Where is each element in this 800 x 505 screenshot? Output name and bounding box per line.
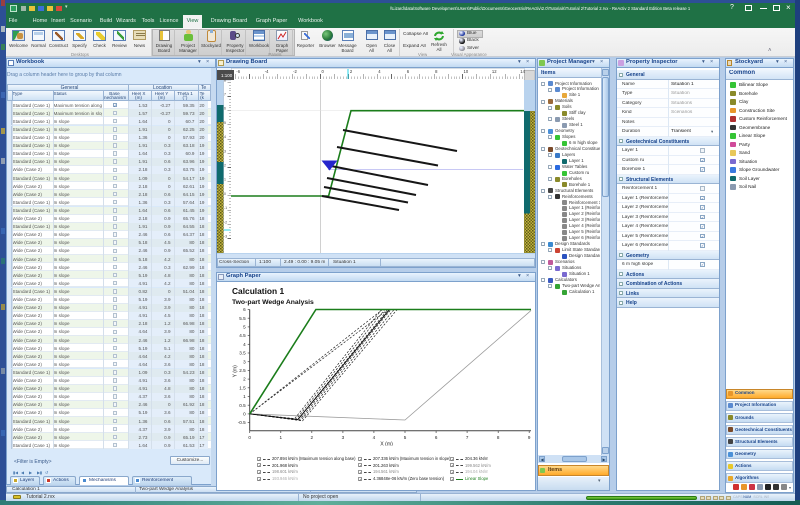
svg-text:-3: -3: [224, 235, 227, 239]
svg-text:X (m): X (m): [380, 442, 393, 447]
svg-text:1: 1: [224, 178, 226, 182]
svg-text:9: 9: [528, 435, 531, 440]
svg-text:0.5: 0.5: [239, 403, 246, 408]
svg-text:-0.5: -0.5: [238, 420, 246, 425]
svg-text:3: 3: [224, 149, 226, 153]
svg-text:5: 5: [224, 121, 226, 125]
svg-text:-2: -2: [293, 69, 297, 74]
svg-text:8: 8: [224, 78, 226, 82]
svg-text:1: 1: [243, 394, 246, 399]
svg-text:3.5: 3.5: [239, 351, 246, 356]
svg-text:0: 0: [243, 412, 246, 417]
svg-text:5.5: 5.5: [239, 316, 246, 321]
svg-text:10: 10: [464, 69, 469, 74]
svg-text:8: 8: [497, 435, 500, 440]
svg-text:-6: -6: [236, 69, 240, 74]
svg-text:2: 2: [243, 377, 246, 382]
svg-text:4: 4: [243, 342, 246, 347]
svg-text:0: 0: [224, 192, 226, 196]
svg-text:4.5: 4.5: [239, 333, 246, 338]
svg-text:2.5: 2.5: [239, 368, 246, 373]
svg-text:1:100: 1:100: [221, 73, 233, 78]
svg-text:0: 0: [248, 435, 251, 440]
svg-text:7: 7: [466, 435, 469, 440]
svg-text:5: 5: [404, 435, 407, 440]
svg-text:14: 14: [520, 69, 525, 74]
svg-text:2: 2: [224, 164, 226, 168]
svg-text:5: 5: [243, 325, 246, 330]
svg-text:-1: -1: [224, 206, 227, 210]
svg-text:-2: -2: [224, 220, 227, 224]
svg-text:4: 4: [373, 435, 376, 440]
svg-text:1.5: 1.5: [239, 385, 246, 390]
svg-text:2: 2: [311, 435, 314, 440]
svg-text:3: 3: [342, 435, 345, 440]
svg-text:4: 4: [224, 135, 226, 139]
svg-text:12: 12: [492, 69, 497, 74]
svg-text:6: 6: [224, 107, 226, 111]
svg-text:3: 3: [243, 359, 246, 364]
svg-text:Y (m): Y (m): [233, 365, 239, 377]
svg-text:-4: -4: [265, 69, 269, 74]
svg-text:6: 6: [435, 435, 438, 440]
svg-text:6: 6: [243, 307, 246, 312]
svg-text:7: 7: [224, 93, 226, 97]
svg-text:1: 1: [280, 435, 283, 440]
